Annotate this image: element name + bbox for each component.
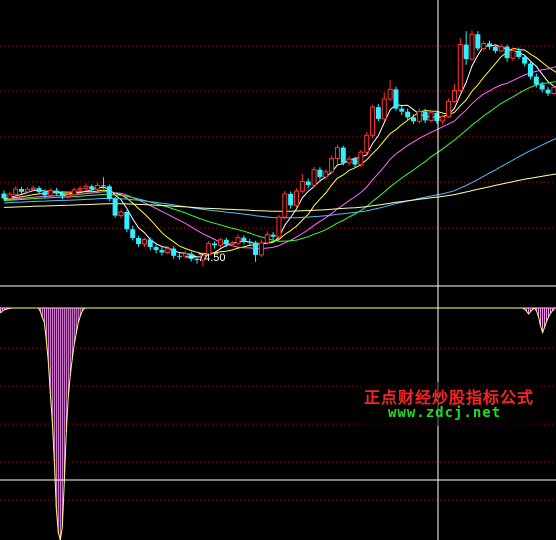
- candle: [346, 156, 352, 166]
- candle: [95, 182, 101, 191]
- candle: [19, 186, 25, 195]
- candle: [54, 187, 60, 196]
- candle: [71, 187, 77, 197]
- candle: [387, 79, 393, 102]
- candle: [370, 104, 376, 139]
- candle: [217, 237, 223, 248]
- candle: [317, 167, 323, 180]
- candle: [264, 231, 270, 245]
- low-price-label: 74.50: [198, 252, 226, 264]
- price-panel-grid: [0, 45, 556, 229]
- candle: [498, 44, 504, 53]
- candle: [141, 237, 147, 248]
- candle: [340, 145, 346, 166]
- candle: [118, 209, 124, 219]
- crosshair[interactable]: [0, 0, 556, 540]
- watermark-url: www.zdcj.net: [388, 405, 502, 421]
- candle: [223, 237, 229, 248]
- candle: [282, 190, 288, 220]
- candle: [329, 155, 335, 175]
- candle: [334, 144, 340, 165]
- candle: [311, 166, 317, 187]
- candle: [364, 131, 370, 155]
- candlestick-series: [1, 30, 556, 267]
- candle: [235, 234, 241, 245]
- candle: [451, 84, 457, 103]
- candle: [358, 149, 364, 167]
- candle: [487, 40, 493, 50]
- candle: [136, 235, 142, 247]
- candle: [528, 61, 533, 80]
- candle: [475, 30, 481, 51]
- candle: [381, 92, 387, 122]
- candle: [258, 239, 264, 258]
- candle: [504, 44, 510, 62]
- candle: [253, 240, 259, 262]
- candle: [545, 87, 551, 96]
- ma60-line: [3, 137, 556, 219]
- candle: [112, 196, 118, 218]
- candle: [241, 235, 247, 245]
- watermark: 正点财经炒股指标公式 www.zdcj.net: [358, 382, 538, 426]
- candle: [171, 246, 177, 259]
- candle: [299, 173, 305, 193]
- candle: [212, 241, 218, 249]
- candle: [411, 114, 416, 125]
- candle: [440, 114, 446, 125]
- candle: [393, 86, 399, 111]
- candle: [147, 237, 153, 251]
- candle: [276, 215, 282, 239]
- candle: [48, 188, 54, 198]
- candle: [416, 108, 422, 124]
- candle: [177, 253, 182, 260]
- candle: [405, 108, 411, 121]
- candle: [446, 98, 452, 119]
- candle: [428, 110, 434, 123]
- candle: [7, 192, 13, 200]
- candle: [463, 31, 469, 65]
- candle: [106, 184, 112, 202]
- stock-chart: 74.50: [0, 0, 556, 540]
- candle: [89, 184, 95, 193]
- candle: [375, 104, 381, 122]
- candle: [457, 38, 463, 93]
- ma120-line: [3, 173, 556, 212]
- candle: [288, 191, 294, 209]
- candle: [399, 105, 405, 115]
- candle: [305, 178, 311, 189]
- candle: [83, 183, 89, 191]
- candle: [270, 231, 276, 241]
- candle: [469, 30, 475, 61]
- candle: [36, 186, 42, 195]
- candle: [159, 247, 165, 256]
- candle: [124, 210, 130, 233]
- candle: [434, 111, 440, 124]
- candle: [153, 244, 159, 254]
- candle: [294, 188, 299, 209]
- candle: [13, 186, 19, 196]
- candle: [130, 225, 136, 241]
